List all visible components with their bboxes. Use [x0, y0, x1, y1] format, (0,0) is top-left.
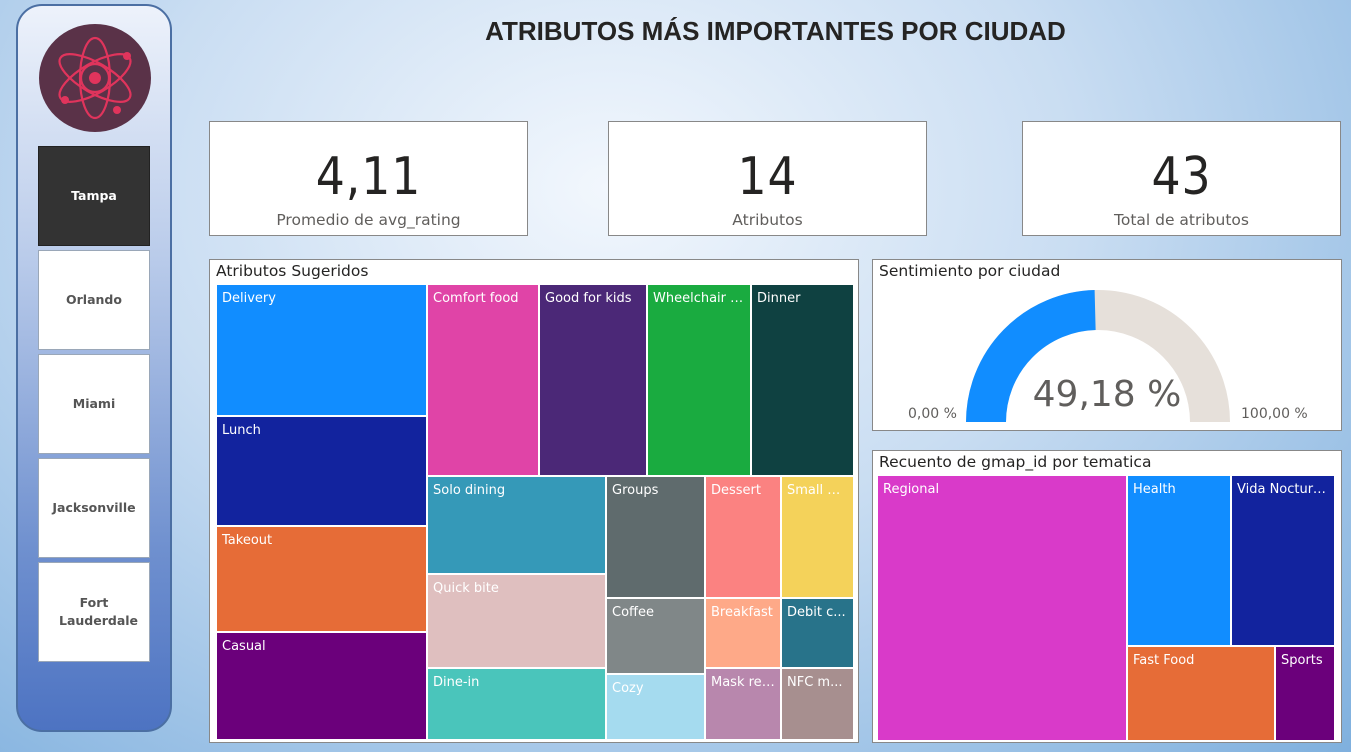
treemap-cell-regional[interactable]: Regional: [877, 475, 1127, 741]
attributes-treemap: Delivery Lunch Takeout Casual Comfort food Go…: [216, 284, 854, 740]
atom-logo-icon: [39, 24, 151, 132]
treemap-cell-dine-in[interactable]: Dine-in: [427, 668, 606, 740]
city-button-tampa[interactable]: Tampa: [38, 146, 150, 246]
treemap-cell-nfc-m[interactable]: NFC m...: [781, 668, 854, 740]
treemap-cell-lunch[interactable]: Lunch: [216, 416, 427, 526]
panel-title: Recuento de gmap_id por tematica: [879, 453, 1152, 471]
treemap-cell-takeout[interactable]: Takeout: [216, 526, 427, 632]
treemap-cell-breakfast[interactable]: Breakfast: [705, 598, 781, 668]
treemap-cell-cozy[interactable]: Cozy: [606, 674, 705, 740]
treemap-cell-fast-food[interactable]: Fast Food: [1127, 646, 1275, 741]
treemap-cell-debit-c[interactable]: Debit c...: [781, 598, 854, 668]
kpi-card-total-atributos[interactable]: 43 Total de atributos: [1022, 121, 1341, 236]
city-button-label: Fort Lauderdale: [59, 594, 139, 628]
page-title: ATRIBUTOS MÁS IMPORTANTES POR CIUDAD: [485, 16, 1066, 46]
city-button-label: Miami: [72, 395, 116, 411]
sidebar: Tampa Orlando Miami Jacksonville Fort La…: [16, 4, 172, 732]
city-button-orlando[interactable]: Orlando: [38, 250, 150, 350]
city-button-label: Orlando: [66, 291, 122, 307]
attributes-treemap-panel: Atributos Sugeridos Delivery Lunch Takeout…: [209, 259, 859, 743]
treemap-cell-dinner[interactable]: Dinner: [751, 284, 854, 476]
treemap-cell-delivery[interactable]: Delivery: [216, 284, 427, 416]
tematica-treemap-panel: Recuento de gmap_id por tematica Regiona…: [872, 450, 1342, 743]
treemap-cell-coffee[interactable]: Coffee: [606, 598, 705, 674]
treemap-cell-wheelchair-a[interactable]: Wheelchair a...: [647, 284, 751, 476]
treemap-cell-mask-req[interactable]: Mask req...: [705, 668, 781, 740]
treemap-cell-groups[interactable]: Groups: [606, 476, 705, 598]
sentiment-gauge-panel: Sentimiento por ciudad 49,18 % 0,00 % 10…: [872, 259, 1342, 431]
gauge-min-label: 0,00 %: [908, 406, 957, 422]
city-button-label: Tampa: [71, 187, 117, 203]
kpi-value: 43: [1151, 147, 1212, 207]
treemap-cell-comfort-food[interactable]: Comfort food: [427, 284, 539, 476]
treemap-cell-dessert[interactable]: Dessert: [705, 476, 781, 598]
city-button-jacksonville[interactable]: Jacksonville: [38, 458, 150, 558]
kpi-label: Total de atributos: [1114, 211, 1249, 229]
treemap-cell-vida-nocturna[interactable]: Vida Nocturna: [1231, 475, 1335, 646]
city-button-label: Jacksonville: [52, 499, 136, 515]
treemap-cell-small-pl[interactable]: Small pl...: [781, 476, 854, 598]
treemap-cell-good-for-kids[interactable]: Good for kids: [539, 284, 647, 476]
treemap-cell-casual[interactable]: Casual: [216, 632, 427, 740]
city-button-fort-lauderdale[interactable]: Fort Lauderdale: [38, 562, 150, 662]
kpi-label: Atributos: [732, 211, 803, 229]
treemap-cell-solo-dining[interactable]: Solo dining: [427, 476, 606, 574]
kpi-card-avg-rating[interactable]: 4,11 Promedio de avg_rating: [209, 121, 528, 236]
city-button-miami[interactable]: Miami: [38, 354, 150, 454]
treemap-cell-health[interactable]: Health: [1127, 475, 1231, 646]
panel-title: Atributos Sugeridos: [216, 262, 369, 280]
tematica-treemap: Regional Health Vida Nocturna Fast Food Spor…: [877, 475, 1339, 741]
treemap-cell-sports[interactable]: Sports: [1275, 646, 1335, 741]
gauge-max-label: 100,00 %: [1241, 406, 1308, 422]
treemap-cell-quick-bite[interactable]: Quick bite: [427, 574, 606, 668]
kpi-value: 4,11: [315, 147, 422, 207]
kpi-card-atributos[interactable]: 14 Atributos: [608, 121, 927, 236]
kpi-label: Promedio de avg_rating: [276, 211, 461, 229]
kpi-value: 14: [737, 147, 798, 207]
